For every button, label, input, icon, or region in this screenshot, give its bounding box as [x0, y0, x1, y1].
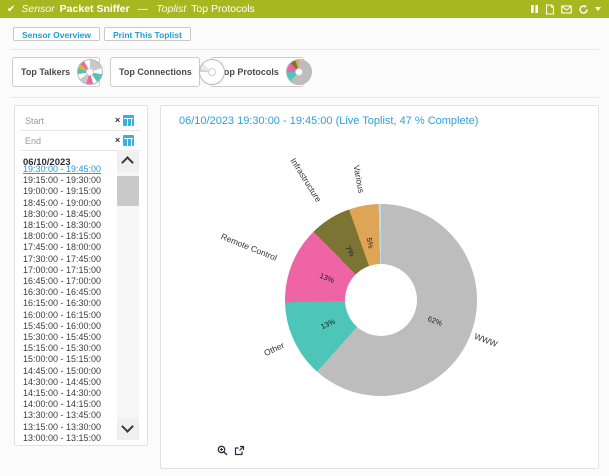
chart-tools	[217, 445, 245, 456]
toplist-label: Toplist	[156, 3, 186, 15]
toplist-tabs: Top Talkers Top Connections Top Protocol…	[12, 57, 304, 87]
start-date-input[interactable]	[23, 115, 115, 127]
tab-label: Top Connections	[111, 67, 192, 77]
time-range-item[interactable]: 18:15:00 - 18:30:00	[23, 220, 119, 231]
print-toplist-button[interactable]: Print This Toplist	[104, 27, 191, 41]
separator-line	[10, 49, 599, 50]
time-range-item[interactable]: 17:30:00 - 17:45:00	[23, 254, 119, 265]
toolbar: Sensor Overview Print This Toplist	[13, 27, 191, 41]
external-link-icon[interactable]	[234, 445, 245, 456]
slice-name-label: Various	[351, 164, 366, 194]
chevron-down-icon	[121, 420, 134, 433]
zoom-icon[interactable]	[217, 445, 228, 456]
slice-name-label: Remote Control	[220, 231, 279, 263]
sensor-label: Sensor	[21, 3, 54, 15]
clear-end-icon[interactable]: ×	[115, 136, 120, 145]
calendar-icon[interactable]	[123, 115, 134, 126]
toplist-name: Top Protocols	[191, 3, 255, 15]
pie-chart-icon	[77, 59, 103, 85]
time-filter-panel: × × 06/10/2023 19:30:00 - 19:45:0019:15:…	[14, 105, 148, 446]
time-range-item[interactable]: 13:30:00 - 13:45:00	[23, 410, 119, 421]
toplist-chart-panel: 06/10/2023 19:30:00 - 19:45:00 (Live Top…	[160, 105, 599, 469]
time-range-item[interactable]: 15:30:00 - 15:45:00	[23, 332, 119, 343]
chevron-down-icon[interactable]	[595, 7, 601, 11]
time-range-item[interactable]: 17:45:00 - 18:00:00	[23, 242, 119, 253]
time-range-item[interactable]: 18:30:00 - 18:45:00	[23, 209, 119, 220]
scrollbar[interactable]	[117, 150, 139, 440]
tab-top-talkers[interactable]: Top Talkers	[12, 57, 100, 87]
pause-icon[interactable]	[530, 4, 539, 14]
clear-start-icon[interactable]: ×	[115, 116, 120, 125]
scrollbar-thumb[interactable]	[117, 176, 139, 206]
prtg-toplist-screen: ✔ Sensor Packet Sniffer — Toplist Top Pr…	[0, 0, 609, 476]
titlebar: ✔ Sensor Packet Sniffer — Toplist Top Pr…	[0, 0, 609, 18]
time-range-item[interactable]: 16:45:00 - 17:00:00	[23, 276, 119, 287]
report-icon[interactable]	[545, 4, 555, 15]
time-range-item[interactable]: 18:45:00 - 19:00:00	[23, 198, 119, 209]
pie-chart-icon	[286, 59, 312, 85]
end-date-input[interactable]	[23, 135, 115, 147]
separator-line	[10, 97, 599, 98]
title-separator: —	[138, 3, 149, 15]
time-range-item[interactable]: 14:45:00 - 15:00:00	[23, 366, 119, 377]
calendar-icon[interactable]	[123, 135, 134, 146]
time-range-item[interactable]: 15:00:00 - 15:15:00	[23, 354, 119, 365]
start-date-row: ×	[21, 111, 141, 131]
tab-top-connections[interactable]: Top Connections	[110, 57, 200, 87]
time-range-item[interactable]: 16:15:00 - 16:30:00	[23, 298, 119, 309]
refresh-icon[interactable]	[578, 4, 589, 15]
time-range-item[interactable]: 13:15:00 - 13:30:00	[23, 422, 119, 433]
titlebar-actions	[530, 0, 601, 18]
time-range-item[interactable]: 14:30:00 - 14:45:00	[23, 377, 119, 388]
time-range-item[interactable]: 15:15:00 - 15:30:00	[23, 343, 119, 354]
slice-name-label: Other	[263, 340, 286, 358]
tab-label: Top Talkers	[13, 67, 70, 77]
time-range-item[interactable]: 17:00:00 - 17:15:00	[23, 265, 119, 276]
time-range-item[interactable]: 16:30:00 - 16:45:00	[23, 287, 119, 298]
pie-chart-icon	[199, 59, 225, 85]
donut-hole	[345, 264, 417, 336]
email-icon[interactable]	[561, 5, 572, 14]
time-range-item[interactable]: 18:00:00 - 18:15:00	[23, 231, 119, 242]
ok-check-icon: ✔	[7, 4, 15, 15]
end-date-row: ×	[21, 131, 141, 151]
sensor-overview-button[interactable]: Sensor Overview	[13, 27, 100, 41]
slice-name-label: WWW	[473, 331, 499, 349]
chart-title: 06/10/2023 19:30:00 - 19:45:00 (Live Top…	[179, 115, 478, 127]
chart-canvas: 06/10/2023 19:30:00 - 19:45:00 (Live Top…	[161, 106, 598, 468]
time-range-list: 19:30:00 - 19:45:0019:15:00 - 19:30:0019…	[23, 164, 119, 444]
time-range-item[interactable]: 14:00:00 - 14:15:00	[23, 399, 119, 410]
chevron-up-icon	[121, 156, 134, 169]
time-range-item[interactable]: 14:15:00 - 14:30:00	[23, 388, 119, 399]
time-range-item[interactable]: 19:00:00 - 19:15:00	[23, 186, 119, 197]
time-range-item[interactable]: 15:45:00 - 16:00:00	[23, 321, 119, 332]
time-range-item[interactable]: 19:15:00 - 19:30:00	[23, 175, 119, 186]
slice-name-label: Infrastructure	[288, 156, 323, 204]
sensor-name-link[interactable]: Packet Sniffer	[60, 3, 130, 15]
time-range-item[interactable]: 13:00:00 - 13:15:00	[23, 433, 119, 444]
scroll-up-button[interactable]	[117, 150, 139, 172]
scroll-down-button[interactable]	[117, 418, 139, 440]
time-range-item[interactable]: 16:00:00 - 16:15:00	[23, 310, 119, 321]
time-range-item[interactable]: 19:30:00 - 19:45:00	[23, 164, 119, 175]
